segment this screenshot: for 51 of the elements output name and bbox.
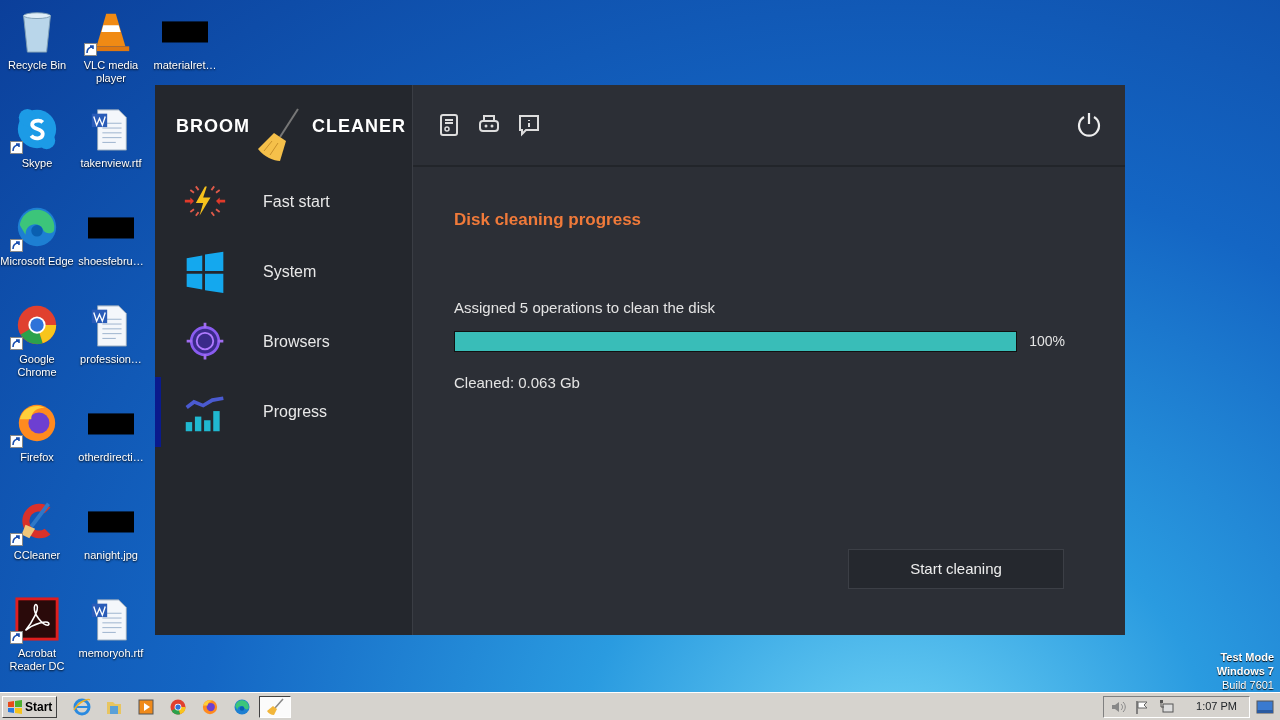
icon-label[interactable]: takenview.rtf xyxy=(80,157,142,170)
start-button[interactable]: Start xyxy=(2,695,58,718)
shortcut-arrow-icon xyxy=(10,533,23,546)
cleaned-size-text: Cleaned: 0.063 Gb xyxy=(454,373,581,393)
document-reader-icon[interactable] xyxy=(14,596,60,642)
status-text: Assigned 5 operations to clean the disk xyxy=(454,297,716,318)
icon-label[interactable]: nanight.jpg xyxy=(84,549,138,562)
shortcut-arrow-icon xyxy=(10,239,23,252)
sidebar-item[interactable]: Progress xyxy=(155,377,412,447)
watermark-text: Test Mode xyxy=(1219,650,1274,664)
icon-label[interactable]: otherdirecti… xyxy=(78,451,144,464)
media-player-icon[interactable] xyxy=(137,697,156,716)
certificate-icon[interactable] xyxy=(437,113,461,137)
fox-icon[interactable] xyxy=(201,697,220,716)
icon-label[interactable]: Firefox xyxy=(20,451,54,464)
start-cleaning-button[interactable]: Start cleaning xyxy=(848,549,1064,589)
taskbar-button[interactable] xyxy=(259,695,292,718)
icon-label[interactable]: memoryoh.rtf xyxy=(78,647,144,660)
icon-label[interactable]: Skype xyxy=(21,157,53,170)
sidebar-item[interactable]: Fast start xyxy=(155,167,412,237)
icon-label[interactable]: VLC media player xyxy=(74,59,148,85)
logo-text: CLEANER xyxy=(312,114,406,138)
show-desktop-icon[interactable] xyxy=(1256,699,1274,714)
progress-percent: 100% xyxy=(1029,332,1065,351)
icon-label[interactable]: Microsoft Edge xyxy=(0,255,74,268)
broom-icon xyxy=(266,697,285,716)
shortcut-arrow-icon xyxy=(10,337,23,350)
icon-label[interactable]: materialret… xyxy=(153,59,217,72)
logo-text: BROOM xyxy=(176,114,250,138)
icon-label[interactable]: Recycle Bin xyxy=(7,59,67,72)
icon-label[interactable]: CCleaner xyxy=(13,549,61,562)
shortcut-arrow-icon xyxy=(10,631,23,644)
icon-label[interactable]: Acrobat Reader DC xyxy=(0,647,74,673)
power-icon[interactable] xyxy=(1075,111,1103,139)
icon-label[interactable]: shoesfebru… xyxy=(78,255,144,268)
sidebar-item[interactable]: Browsers xyxy=(155,307,412,377)
sidebar-item[interactable]: System xyxy=(155,237,412,307)
windows-flag-icon xyxy=(7,699,23,714)
network-icon[interactable] xyxy=(1158,699,1175,714)
shortcut-arrow-icon xyxy=(10,141,23,154)
feedback-icon[interactable] xyxy=(517,113,541,137)
shortcut-arrow-icon xyxy=(10,435,23,448)
watermark-text: Windows 7 xyxy=(1216,664,1274,678)
circle-logo-icon[interactable] xyxy=(169,697,188,716)
swirl-icon[interactable] xyxy=(233,697,252,716)
clock-text[interactable]: 1:07 PM xyxy=(1196,698,1237,715)
icon-label[interactable]: Google Chrome xyxy=(0,353,74,379)
shortcut-arrow-icon xyxy=(84,43,97,56)
section-title: Disk cleaning progress xyxy=(454,209,643,231)
watermark-text: Build 7601 xyxy=(1221,678,1274,692)
icon-label[interactable]: profession… xyxy=(80,353,142,366)
